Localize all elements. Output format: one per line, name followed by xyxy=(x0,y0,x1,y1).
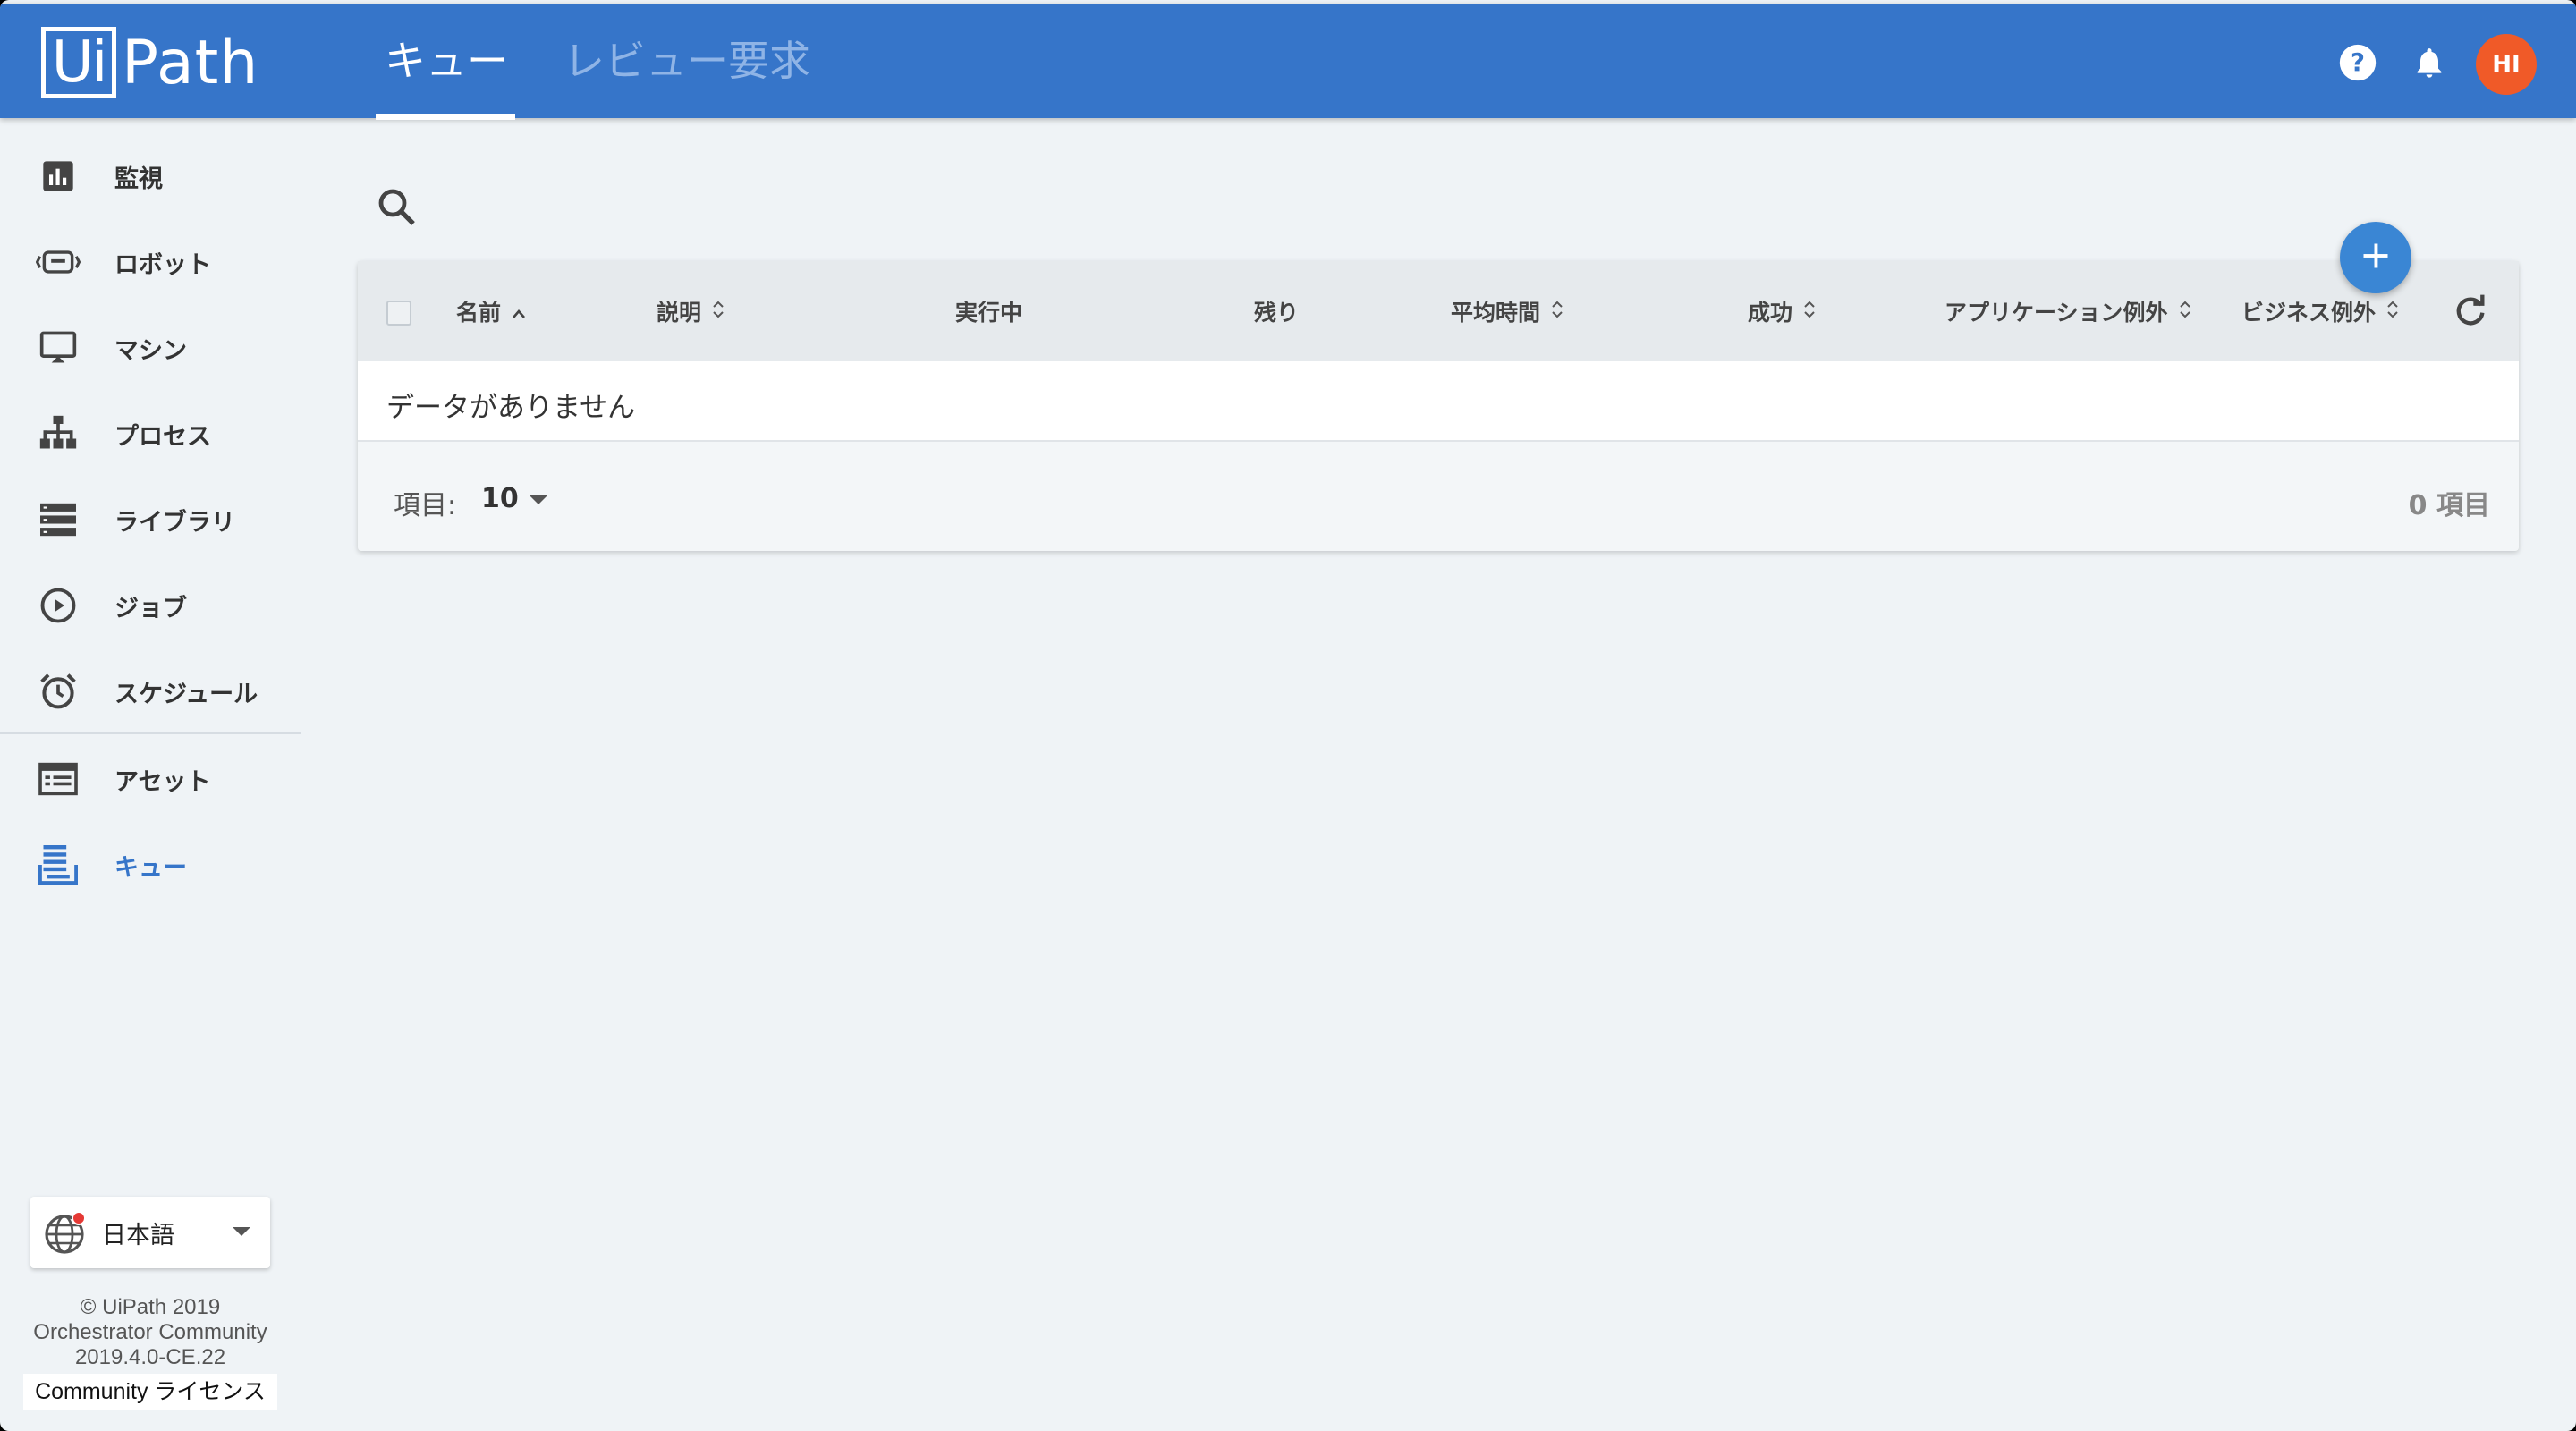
no-data-message: データがありません xyxy=(386,392,636,424)
column-label: 説明 xyxy=(657,300,702,326)
chevron-down-icon[interactable] xyxy=(530,495,547,504)
column-header-successful[interactable]: 成功 xyxy=(1748,295,1816,327)
add-queue-button[interactable] xyxy=(2340,222,2411,293)
select-all-checkbox[interactable] xyxy=(386,301,411,326)
refresh-icon[interactable] xyxy=(2453,293,2492,333)
sidebar-item-label: 監視 xyxy=(114,165,163,193)
column-label: 名前 xyxy=(456,300,502,326)
sort-both-icon xyxy=(2386,299,2399,325)
sort-both-icon xyxy=(712,299,724,325)
top-app-bar: Ui Path キュー レビュー要求 ? HI xyxy=(0,4,2576,120)
sidebar-item-label: ライブラリ xyxy=(114,508,235,537)
sidebar-item-machines[interactable]: マシン xyxy=(0,308,301,388)
sort-asc-icon xyxy=(512,299,526,325)
user-avatar[interactable]: HI xyxy=(2476,34,2537,95)
app-window: Ui Path キュー レビュー要求 ? HI 監視 ロボット マシン プロセス… xyxy=(0,0,2576,1431)
help-icon[interactable]: ? xyxy=(2338,43,2377,82)
language-selector[interactable]: 日本語 xyxy=(30,1197,270,1268)
chevron-down-icon xyxy=(233,1227,250,1236)
language-label: 日本語 xyxy=(102,1221,174,1249)
column-label: 残り xyxy=(1254,300,1300,326)
chart-icon xyxy=(36,154,80,199)
plus-icon xyxy=(2360,240,2392,275)
footer-copyright: © UiPath 2019 xyxy=(80,1295,221,1319)
sidebar-item-monitoring[interactable]: 監視 xyxy=(0,136,301,216)
page-size-label: 項目: xyxy=(394,490,457,521)
play-icon xyxy=(36,583,80,628)
sidebar-item-libraries[interactable]: ライブラリ xyxy=(0,479,301,560)
sidebar-item-label: スケジュール xyxy=(114,680,258,708)
queue-icon xyxy=(36,843,80,887)
sidebar-item-label: ロボット xyxy=(114,250,211,279)
item-count: 0 項目 xyxy=(2408,490,2490,521)
column-label: 実行中 xyxy=(955,300,1023,326)
column-label: ビジネス例外 xyxy=(2241,300,2377,326)
logo-text: Path xyxy=(122,27,259,98)
sort-both-icon xyxy=(1803,299,1816,325)
empty-row: データがありません xyxy=(358,361,2519,442)
sidebar-item-label: プロセス xyxy=(114,422,211,451)
column-header-remaining: 残り xyxy=(1254,295,1299,327)
hierarchy-icon xyxy=(36,411,80,456)
column-label: 平均時間 xyxy=(1451,300,1541,326)
column-header-description[interactable]: 説明 xyxy=(657,295,724,327)
table-header: 名前 説明 実行中 残り 平均時間 成功 アプリケーション例外 ビジネス例外 xyxy=(358,261,2519,361)
logo-box: Ui xyxy=(41,27,116,98)
footer-version: 2019.4.0-CE.22 xyxy=(74,1345,226,1369)
column-header-average-time[interactable]: 平均時間 xyxy=(1451,295,1563,327)
active-tab-indicator xyxy=(376,114,515,120)
sidebar-item-label: マシン xyxy=(114,336,187,365)
sidebar-item-label: ジョブ xyxy=(114,594,187,622)
sidebar-item-assets[interactable]: アセット xyxy=(0,739,301,819)
monitor-icon xyxy=(36,326,80,370)
sidebar-item-label: アセット xyxy=(114,767,211,796)
svg-text:?: ? xyxy=(2351,48,2365,77)
sidebar-item-robots[interactable]: ロボット xyxy=(0,222,301,302)
column-header-name[interactable]: 名前 xyxy=(456,295,526,327)
column-label: アプリケーション例外 xyxy=(1945,300,2168,326)
sidebar-item-schedules[interactable]: スケジュール xyxy=(0,651,301,732)
robot-icon xyxy=(36,240,80,284)
globe-icon xyxy=(43,1209,89,1259)
license-link[interactable]: Community ライセンス xyxy=(23,1374,277,1410)
uipath-logo[interactable]: Ui Path xyxy=(41,25,258,100)
sidebar-item-processes[interactable]: プロセス xyxy=(0,394,301,474)
column-header-business-exceptions[interactable]: ビジネス例外 xyxy=(2241,295,2399,327)
bell-icon[interactable] xyxy=(2410,43,2449,82)
asset-icon xyxy=(36,757,80,801)
column-header-application-exceptions[interactable]: アプリケーション例外 xyxy=(1945,295,2191,327)
sort-both-icon xyxy=(2179,299,2191,325)
page-size-select[interactable]: 10 xyxy=(481,483,519,514)
sort-both-icon xyxy=(1551,299,1563,325)
footer-product: Orchestrator Community xyxy=(33,1320,267,1344)
column-label: 成功 xyxy=(1748,300,1793,326)
alarm-icon xyxy=(36,669,80,714)
column-header-in-progress: 実行中 xyxy=(955,295,1022,327)
sidebar-item-queues[interactable]: キュー xyxy=(0,825,301,905)
sidebar-item-label: キュー xyxy=(114,853,187,882)
sidebar-divider xyxy=(0,732,301,734)
search-icon[interactable] xyxy=(376,186,420,231)
sidebar-item-jobs[interactable]: ジョブ xyxy=(0,565,301,646)
tab-review-requests[interactable]: レビュー要求 xyxy=(564,29,810,88)
library-icon xyxy=(36,497,80,542)
sidebar-nav: 監視 ロボット マシン プロセス ライブラリ ジョブ スケジュール アセット キ… xyxy=(0,118,304,1431)
tab-queues[interactable]: キュー xyxy=(385,29,508,88)
queues-table-card: 名前 説明 実行中 残り 平均時間 成功 アプリケーション例外 ビジネス例外 デ… xyxy=(358,261,2519,551)
